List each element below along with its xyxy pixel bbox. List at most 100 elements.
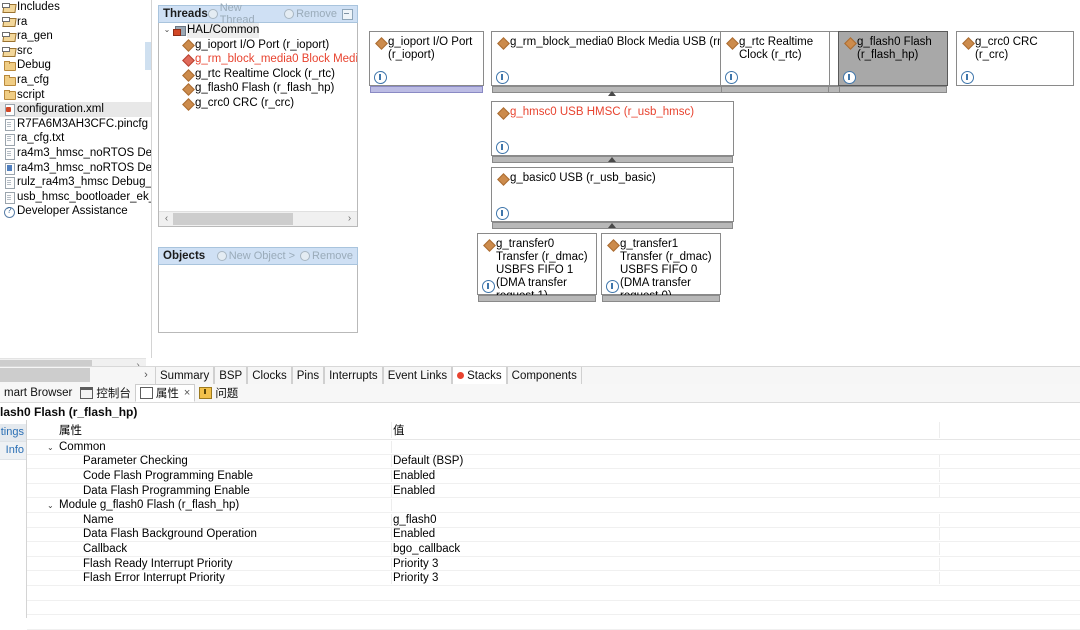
editor-tab-components[interactable]: Components	[506, 367, 582, 384]
project-tree-item[interactable]: src	[0, 44, 152, 59]
project-tree-item[interactable]: usb_hmsc_bootloader_ek_ra6m	[0, 190, 152, 205]
properties-row[interactable]: ⌄ Module g_flash0 Flash (r_flash_hp)	[27, 498, 1080, 513]
view-tab-0[interactable]: mart Browser	[0, 384, 76, 402]
info-icon[interactable]	[374, 71, 387, 84]
thread-tree-item[interactable]: g_crc0 CRC (r_crc)	[159, 96, 357, 111]
stack-node-crc[interactable]: g_crc0 CRC (r_crc)	[956, 31, 1074, 86]
project-tree-item[interactable]: ra4m3_hmsc_noRTOS Debug_F	[0, 146, 152, 161]
editor-tab-pins[interactable]: Pins	[291, 367, 325, 384]
thread-tree-item[interactable]: g_rtc Realtime Clock (r_rtc)	[159, 67, 357, 82]
stack-node-transfer0[interactable]: g_transfer0 Transfer (r_dmac) USBFS FIFO…	[477, 233, 597, 302]
properties-row[interactable]	[27, 615, 1080, 630]
editor-tab-clocks[interactable]: Clocks	[247, 367, 292, 384]
view-tab-1[interactable]: 控制台	[76, 384, 135, 402]
properties-row[interactable]: Flash Ready Interrupt Priority Priority 3	[27, 557, 1080, 572]
scrollbar-thumb[interactable]	[173, 213, 293, 225]
chevron-right-icon[interactable]: ›	[140, 367, 152, 384]
stack-node-ioport[interactable]: g_ioport I/O Port (r_ioport)	[369, 31, 484, 93]
scroll-right-arrow-icon[interactable]: ›	[343, 212, 356, 226]
properties-side-tab-1[interactable]: Info	[0, 442, 26, 460]
properties-row[interactable]: Data Flash Background Operation Enabled	[27, 528, 1080, 543]
stack-node-footer-bar[interactable]	[478, 295, 596, 302]
info-icon[interactable]	[496, 71, 509, 84]
project-tree-item[interactable]: ra_cfg.txt	[0, 131, 152, 146]
thread-tree-item[interactable]: g_ioport I/O Port (r_ioport)	[159, 38, 357, 53]
properties-row[interactable]	[27, 601, 1080, 616]
project-tree-item[interactable]: R7FA6M3AH3CFC.pincfg	[0, 117, 152, 132]
project-tree-item[interactable]: rulz_ra4m3_hmsc Debug_Flat.j	[0, 175, 152, 190]
expand-collapse-icon[interactable]: ⌄	[47, 443, 59, 452]
properties-row[interactable]: Callback bgo_callback	[27, 542, 1080, 557]
remove-object-button[interactable]: Remove	[300, 250, 353, 262]
project-tree-item[interactable]: Includes	[0, 0, 152, 15]
stack-node-footer-bar[interactable]	[721, 86, 829, 93]
info-icon[interactable]	[496, 207, 509, 220]
thread-tree-item[interactable]: g_rm_block_media0 Block Media US	[159, 52, 357, 67]
properties-row[interactable]: Name g_flash0	[27, 513, 1080, 528]
properties-row[interactable]	[27, 586, 1080, 601]
view-tab-2[interactable]: 属性 ×	[134, 384, 196, 402]
project-tree-item[interactable]: ra4m3_hmsc_noRTOS Debug_F	[0, 161, 152, 176]
stack-node-footer-bar[interactable]	[839, 86, 947, 93]
objects-list[interactable]	[158, 265, 358, 333]
info-icon[interactable]	[961, 71, 974, 84]
project-explorer-tree[interactable]: Includes ra ra_gen src Debug ra_cfg script conf…	[0, 0, 152, 358]
properties-row-value[interactable]: Default (BSP)	[392, 455, 940, 468]
properties-row[interactable]: Parameter Checking Default (BSP)	[27, 455, 1080, 470]
stack-node-rtc[interactable]: g_rtc Realtime Clock (r_rtc)	[720, 31, 830, 93]
stack-node-flash[interactable]: g_flash0 Flash (r_flash_hp)	[838, 31, 948, 93]
properties-table[interactable]: 属性 值 ⌄ Common Parameter Checking Default (B…	[27, 421, 1080, 630]
editor-scroll-thumb[interactable]	[0, 368, 90, 382]
thread-tree-item[interactable]: g_flash0 Flash (r_flash_hp)	[159, 81, 357, 96]
expand-collapse-icon[interactable]: ⌄	[161, 23, 173, 38]
project-tree-item[interactable]: configuration.xml	[0, 102, 152, 117]
properties-row-value[interactable]: Enabled	[392, 469, 940, 482]
project-tree-item[interactable]: ra	[0, 15, 152, 30]
project-tree-item[interactable]: ra_cfg	[0, 73, 152, 88]
project-tree-item[interactable]: Developer Assistance	[0, 204, 152, 219]
info-icon[interactable]	[606, 280, 619, 293]
editor-tab-event-links[interactable]: Event Links	[382, 367, 453, 384]
view-tab-3[interactable]: 问题	[195, 384, 242, 402]
properties-side-tabs[interactable]: tings Info	[0, 424, 26, 464]
stack-node-footer-bar[interactable]	[370, 86, 483, 93]
view-tabs[interactable]: mart Browser 控制台 属性 × 问题	[0, 384, 1080, 402]
project-tree-item[interactable]: ra_gen	[0, 29, 152, 44]
info-icon[interactable]	[843, 71, 856, 84]
editor-tab-bsp[interactable]: BSP	[214, 367, 248, 384]
stack-node-basic[interactable]: g_basic0 USB (r_usb_basic)	[491, 167, 734, 229]
editor-tabs[interactable]: Summary BSP Clocks Pins Interrupts Event Link…	[155, 367, 582, 384]
editor-tab-stacks[interactable]: Stacks	[452, 367, 507, 384]
scroll-left-arrow-icon[interactable]: ‹	[160, 212, 173, 226]
editor-tab-interrupts[interactable]: Interrupts	[324, 367, 383, 384]
thread-tree-item[interactable]: ⌄ HAL/Common	[159, 23, 357, 38]
properties-row-value[interactable]: Enabled	[392, 484, 940, 497]
stack-node-transfer1[interactable]: g_transfer1 Transfer (r_dmac) USBFS FIFO…	[601, 233, 721, 302]
properties-row-value[interactable]: Priority 3	[392, 572, 940, 585]
project-tree-item[interactable]: script	[0, 88, 152, 103]
info-icon[interactable]	[482, 280, 495, 293]
project-tree-item[interactable]: Debug	[0, 58, 152, 73]
info-icon[interactable]	[725, 71, 738, 84]
threads-tree[interactable]: ⌄ HAL/Common g_ioport I/O Port (r_ioport) g…	[158, 23, 358, 227]
close-icon[interactable]: ×	[184, 387, 190, 399]
properties-row-value[interactable]: Enabled	[392, 528, 940, 541]
stack-node-hmsc[interactable]: g_hmsc0 USB HMSC (r_usb_hmsc)	[491, 101, 734, 163]
remove-thread-button[interactable]: Remove	[284, 8, 337, 20]
properties-row-value[interactable]: Priority 3	[392, 557, 940, 570]
editor-tab-summary[interactable]: Summary	[155, 367, 215, 384]
new-object-button[interactable]: New Object >	[216, 250, 295, 262]
properties-row[interactable]: Data Flash Programming Enable Enabled	[27, 484, 1080, 499]
stacks-canvas[interactable]: g_ioport I/O Port (r_ioport) g_rm_block_m…	[360, 5, 1080, 363]
threads-view-menu-icon[interactable]	[342, 8, 353, 20]
properties-table-body[interactable]: ⌄ Common Parameter Checking Default (BSP) Co…	[27, 440, 1080, 630]
info-icon[interactable]	[496, 141, 509, 154]
properties-side-tab-0[interactable]: tings	[0, 424, 26, 442]
properties-row[interactable]: ⌄ Common	[27, 440, 1080, 455]
properties-row-value[interactable]: g_flash0	[392, 513, 940, 526]
stack-node-footer-bar[interactable]	[602, 295, 720, 302]
expand-collapse-icon[interactable]: ⌄	[47, 501, 59, 510]
properties-row-value[interactable]: bgo_callback	[392, 542, 940, 555]
properties-row[interactable]: Flash Error Interrupt Priority Priority 3	[27, 571, 1080, 586]
threads-horizontal-scrollbar[interactable]: ‹ ›	[159, 211, 357, 226]
